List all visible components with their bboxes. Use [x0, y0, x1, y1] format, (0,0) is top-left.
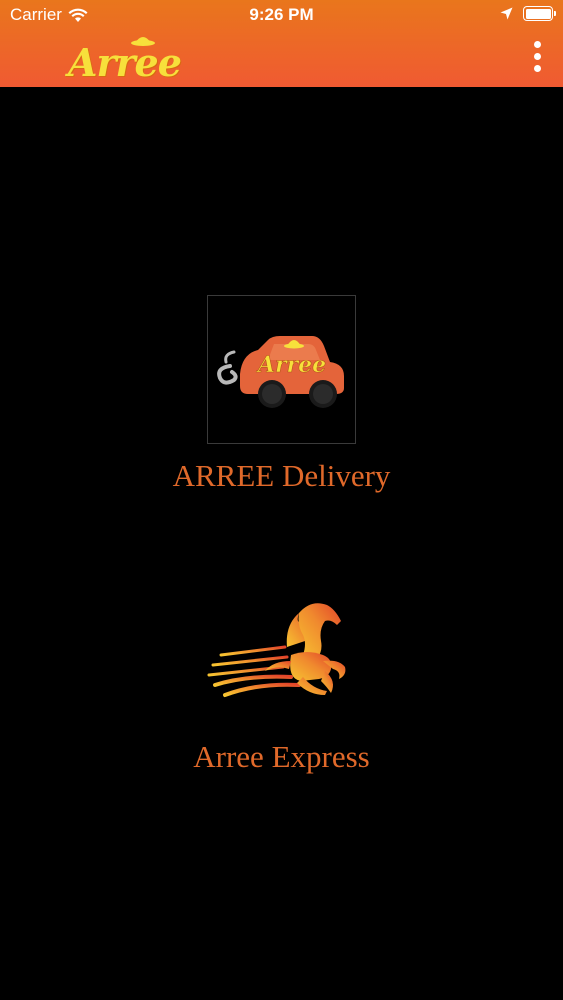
logo-text: Arree [68, 40, 182, 85]
delivery-car-icon: Arree [217, 336, 344, 408]
battery-icon [523, 6, 556, 21]
service-label-delivery[interactable]: ARREE Delivery [0, 458, 563, 494]
delivery-car-logo[interactable]: Arree [207, 295, 356, 444]
more-vertical-icon-dot [533, 64, 541, 72]
service-card-delivery[interactable]: Arree ARREE Delivery [0, 295, 563, 494]
status-right [500, 6, 556, 21]
more-vertical-icon [533, 40, 541, 48]
navigation-bar: Arree [0, 30, 563, 87]
service-label-express[interactable]: Arree Express [0, 739, 563, 775]
car-logo-text: Arree [256, 352, 326, 378]
service-card-express[interactable]: Arree Express [0, 595, 563, 775]
status-bar: Carrier 9:26 PM [0, 0, 563, 30]
horse-icon [207, 603, 345, 697]
more-vertical-icon-dot [533, 52, 541, 60]
clock: 9:26 PM [249, 5, 314, 24]
arree-logo[interactable]: Arree [68, 36, 218, 85]
more-options-button[interactable] [527, 40, 547, 72]
battery-level [525, 8, 551, 19]
location-arrow-icon [500, 7, 513, 20]
running-horse-logo[interactable] [207, 595, 357, 705]
app-header: Carrier 9:26 PM Arree [0, 0, 563, 87]
